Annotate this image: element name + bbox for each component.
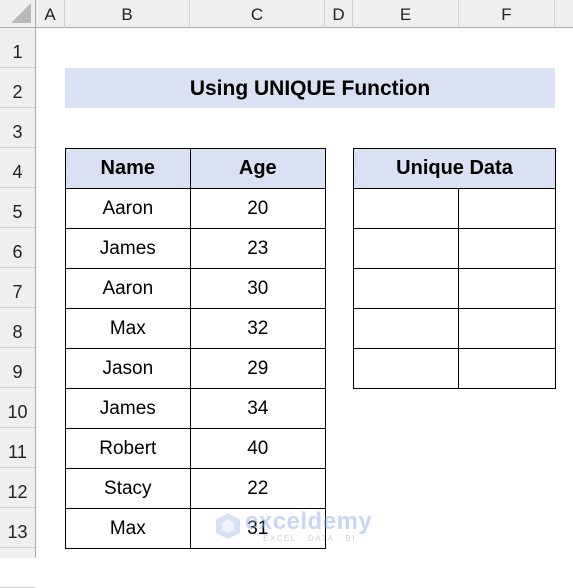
- row-header-10[interactable]: 10: [0, 388, 35, 428]
- name-cell[interactable]: Robert: [65, 428, 191, 469]
- table-row: [352, 308, 556, 349]
- header-cell-name[interactable]: Name: [65, 148, 191, 189]
- unique-name-cell[interactable]: [352, 188, 460, 229]
- column-header-a[interactable]: A: [36, 0, 65, 28]
- table-row: Robert 40: [65, 428, 327, 469]
- name-cell[interactable]: Jason: [65, 348, 191, 389]
- source-table-header-row: Name Age: [65, 148, 327, 189]
- unique-name-cell[interactable]: [352, 308, 460, 349]
- age-cell[interactable]: 22: [189, 468, 327, 509]
- table-row: Max 31: [65, 508, 327, 549]
- age-cell[interactable]: 32: [189, 308, 327, 349]
- unique-name-cell[interactable]: [352, 228, 460, 269]
- unique-name-cell[interactable]: [352, 348, 460, 389]
- table-row: [352, 268, 556, 309]
- age-cell[interactable]: 40: [189, 428, 327, 469]
- row-header-12[interactable]: 12: [0, 468, 35, 508]
- column-header-f[interactable]: F: [459, 0, 555, 28]
- age-cell[interactable]: 31: [189, 508, 327, 549]
- header-cell-unique-data[interactable]: Unique Data: [353, 148, 556, 189]
- unique-age-cell[interactable]: [458, 188, 556, 229]
- table-row: James 23: [65, 228, 327, 269]
- unique-age-cell[interactable]: [458, 268, 556, 309]
- table-row: [352, 188, 556, 229]
- unique-age-cell[interactable]: [458, 348, 556, 389]
- name-cell[interactable]: Aaron: [65, 268, 191, 309]
- name-cell[interactable]: Max: [65, 308, 191, 349]
- select-all-triangle-icon: [11, 3, 31, 23]
- column-header-d[interactable]: D: [325, 0, 353, 28]
- table-row: [352, 228, 556, 269]
- table-row: Aaron 20: [65, 188, 327, 229]
- row-header-bar: 1 2 3 4 5 6 7 8 9 10 11 12 13: [0, 28, 36, 588]
- unique-age-cell[interactable]: [458, 228, 556, 269]
- row-header-14[interactable]: [0, 548, 35, 588]
- name-cell[interactable]: James: [65, 388, 191, 429]
- column-header-e[interactable]: E: [353, 0, 459, 28]
- row-header-13[interactable]: 13: [0, 508, 35, 548]
- table-row: Aaron 30: [65, 268, 327, 309]
- row-header-11[interactable]: 11: [0, 428, 35, 468]
- unique-table-header-row: Unique Data: [353, 148, 556, 189]
- table-row: Jason 29: [65, 348, 327, 389]
- row-header-7[interactable]: 7: [0, 268, 35, 308]
- table-row: [352, 348, 556, 389]
- source-table: Name Age Aaron 20 James 23 Aaron 30 Max …: [65, 148, 327, 549]
- header-cell-age[interactable]: Age: [189, 148, 327, 189]
- row-header-6[interactable]: 6: [0, 228, 35, 268]
- age-cell[interactable]: 20: [189, 188, 327, 229]
- sheet-title[interactable]: Using UNIQUE Function: [65, 68, 555, 108]
- select-all-corner[interactable]: [0, 0, 36, 28]
- column-header-bar: A B C D E F: [36, 0, 573, 28]
- row-header-3[interactable]: 3: [0, 108, 35, 148]
- column-header-g[interactable]: [555, 0, 573, 28]
- age-cell[interactable]: 34: [189, 388, 327, 429]
- unique-data-table: Unique Data: [352, 148, 556, 389]
- age-cell[interactable]: 23: [189, 228, 327, 269]
- row-header-4[interactable]: 4: [0, 148, 35, 188]
- table-row: James 34: [65, 388, 327, 429]
- row-header-1[interactable]: 1: [0, 28, 35, 68]
- name-cell[interactable]: Max: [65, 508, 191, 549]
- name-cell[interactable]: Stacy: [65, 468, 191, 509]
- column-header-b[interactable]: B: [65, 0, 190, 28]
- row-header-9[interactable]: 9: [0, 348, 35, 388]
- unique-name-cell[interactable]: [352, 268, 460, 309]
- row-header-5[interactable]: 5: [0, 188, 35, 228]
- unique-age-cell[interactable]: [458, 308, 556, 349]
- table-row: Max 32: [65, 308, 327, 349]
- row-header-8[interactable]: 8: [0, 308, 35, 348]
- age-cell[interactable]: 29: [189, 348, 327, 389]
- table-row: Stacy 22: [65, 468, 327, 509]
- column-header-c[interactable]: C: [190, 0, 325, 28]
- name-cell[interactable]: Aaron: [65, 188, 191, 229]
- row-header-2[interactable]: 2: [0, 68, 35, 108]
- name-cell[interactable]: James: [65, 228, 191, 269]
- age-cell[interactable]: 30: [189, 268, 327, 309]
